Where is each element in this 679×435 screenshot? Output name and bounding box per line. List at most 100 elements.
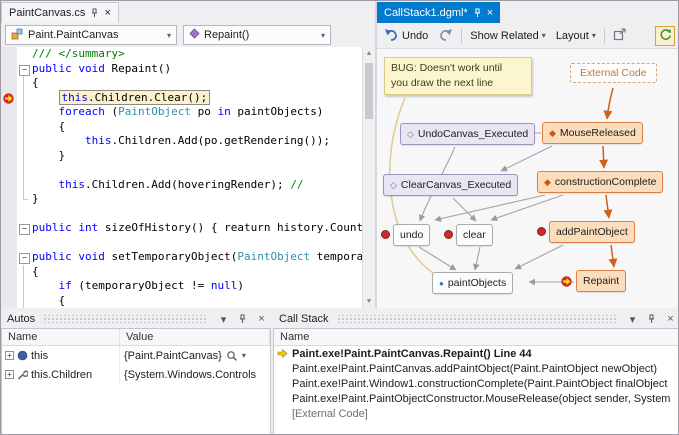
breakpoint-marker-clear[interactable] [444, 230, 453, 239]
breakpoint-margin-cell[interactable] [1, 62, 17, 77]
breakpoint-margin-cell[interactable] [1, 76, 17, 91]
scrollbar-thumb[interactable] [365, 63, 373, 119]
breakpoint-margin-cell[interactable] [1, 178, 17, 193]
node-external-code[interactable]: External Code [570, 63, 657, 83]
breakpoint-margin-cell[interactable] [1, 279, 17, 294]
column-header-value[interactable]: Value [120, 329, 270, 345]
code-line[interactable]: /// </summary> [1, 47, 362, 62]
pin-icon[interactable] [644, 314, 659, 324]
object-icon [17, 350, 28, 361]
fold-margin[interactable] [17, 250, 30, 265]
code-line[interactable]: this.Children.Clear(); [1, 91, 362, 106]
fold-margin[interactable] [17, 62, 30, 77]
breakpoint-margin-cell[interactable] [1, 149, 17, 164]
code-line[interactable]: } [1, 192, 362, 207]
call-stack-row[interactable]: Paint.exe!Paint.PaintObjectConstructor.M… [274, 391, 679, 406]
editor-navigation-bar: Paint.PaintCanvas ▾ Repaint() ▾ [1, 23, 375, 47]
node-undocanvas-executed[interactable]: ◇ UndoCanvas_Executed [400, 123, 535, 145]
code-line[interactable]: this.Children.Add(po.getRendering()); [1, 134, 362, 149]
window-position-icon[interactable]: ▾ [625, 313, 640, 326]
code-line[interactable]: this.Children.Add(hoveringRender); // [1, 178, 362, 193]
frame-text: Paint.exe!Paint.PaintObjectConstructor.M… [292, 393, 670, 405]
column-header-name[interactable]: Name [2, 329, 120, 345]
expand-icon[interactable]: + [5, 370, 14, 379]
code-editor[interactable]: /// </summary>public void Repaint(){ thi… [1, 47, 362, 308]
close-icon[interactable]: × [104, 8, 110, 18]
breakpoint-marker-undo[interactable] [381, 230, 390, 239]
fold-margin[interactable] [17, 221, 30, 236]
breakpoint-current-glyph[interactable] [1, 91, 17, 106]
class-dropdown[interactable]: Paint.PaintCanvas ▾ [5, 25, 177, 45]
call-stack-row[interactable]: Paint.exe!Paint.PaintCanvas.Repaint() Li… [274, 346, 679, 361]
code-line[interactable]: public void Repaint() [1, 62, 362, 77]
variable-value: {Paint.PaintCanvas} [124, 350, 222, 362]
field-icon: ● [439, 279, 444, 288]
code-line[interactable] [1, 236, 362, 251]
autos-row[interactable]: +this.Children{System.Windows.Controls [2, 365, 270, 384]
breakpoint-margin-cell[interactable] [1, 134, 17, 149]
node-addpaintobject[interactable]: addPaintObject [549, 221, 635, 243]
close-icon[interactable]: × [663, 313, 678, 325]
code-line[interactable]: } [1, 149, 362, 164]
breakpoint-margin-cell[interactable] [1, 163, 17, 178]
column-header-name[interactable]: Name [274, 329, 679, 345]
breakpoint-margin-cell[interactable] [1, 207, 17, 222]
code-line[interactable]: if (temporaryObject != null) [1, 279, 362, 294]
jump-to-code-button[interactable] [611, 26, 629, 46]
close-icon[interactable]: × [487, 8, 493, 18]
node-mousereleased[interactable]: ◆ MouseReleased [542, 122, 643, 144]
pin-icon[interactable] [90, 8, 99, 18]
breakpoint-marker-addpaintobject[interactable] [537, 227, 546, 236]
breakpoint-margin-cell[interactable] [1, 236, 17, 251]
panel-drag-grip[interactable] [337, 315, 617, 323]
undo-button[interactable]: Undo [382, 26, 430, 46]
code-line[interactable] [1, 163, 362, 178]
node-paintobjects[interactable]: ● paintObjects [432, 272, 513, 294]
window-position-icon[interactable]: ▾ [216, 313, 231, 326]
magnifier-icon[interactable] [226, 350, 238, 362]
redo-button[interactable] [436, 26, 455, 46]
tab-paintcanvas[interactable]: PaintCanvas.cs × [1, 2, 119, 23]
breakpoint-margin-cell[interactable] [1, 192, 17, 207]
layout-button[interactable]: Layout ▾ [554, 28, 598, 44]
scroll-up-icon[interactable]: ▲ [363, 47, 375, 60]
code-map-canvas[interactable]: BUG: Doesn't work until you draw the nex… [377, 49, 679, 308]
call-stack-row[interactable]: Paint.exe!Paint.Window1.constructionComp… [274, 376, 679, 391]
breakpoint-margin-cell[interactable] [1, 105, 17, 120]
breakpoint-margin-cell[interactable] [1, 47, 17, 62]
breakpoint-margin-cell[interactable] [1, 120, 17, 135]
pin-icon[interactable] [473, 8, 482, 18]
breakpoint-margin-cell[interactable] [1, 221, 17, 236]
call-stack-row[interactable]: [External Code] [274, 406, 679, 421]
tab-callstack-dgml[interactable]: CallStack1.dgml* × [377, 2, 500, 23]
auto-update-toggle-button[interactable] [655, 26, 675, 46]
code-line[interactable]: public int sizeOfHistory() { reaturn his… [1, 221, 362, 236]
code-line[interactable] [1, 207, 362, 222]
editor-scrollbar[interactable]: ▲ ▼ [362, 47, 375, 308]
code-line[interactable]: public void setTemporaryObject(PaintObje… [1, 250, 362, 265]
node-clear[interactable]: clear [456, 224, 493, 246]
panel-drag-grip[interactable] [43, 315, 208, 323]
method-dropdown[interactable]: Repaint() ▾ [183, 25, 331, 45]
code-line[interactable]: { [1, 265, 362, 280]
bug-annotation-note[interactable]: BUG: Doesn't work until you draw the nex… [384, 57, 532, 95]
expand-icon[interactable]: + [5, 351, 14, 360]
breakpoint-margin-cell[interactable] [1, 294, 17, 309]
close-icon[interactable]: × [254, 313, 269, 325]
node-constructioncomplete[interactable]: ◆ constructionComplete [537, 171, 663, 193]
show-related-button[interactable]: Show Related ▾ [468, 28, 548, 44]
pin-icon[interactable] [235, 314, 250, 324]
autos-row[interactable]: +this{Paint.PaintCanvas}▾ [2, 346, 270, 365]
visualizer-dropdown-icon[interactable]: ▾ [242, 351, 246, 360]
node-undo[interactable]: undo [393, 224, 430, 246]
breakpoint-margin-cell[interactable] [1, 265, 17, 280]
code-line[interactable]: foreach (PaintObject po in paintObjects) [1, 105, 362, 120]
node-repaint[interactable]: Repaint [576, 270, 626, 292]
node-clearcanvas-executed[interactable]: ◇ ClearCanvas_Executed [383, 174, 518, 196]
code-line[interactable]: { [1, 120, 362, 135]
code-line[interactable]: { [1, 294, 362, 309]
call-stack-row[interactable]: Paint.exe!Paint.PaintCanvas.addPaintObje… [274, 361, 679, 376]
breakpoint-margin-cell[interactable] [1, 250, 17, 265]
code-line[interactable]: { [1, 76, 362, 91]
scroll-down-icon[interactable]: ▼ [363, 295, 375, 308]
